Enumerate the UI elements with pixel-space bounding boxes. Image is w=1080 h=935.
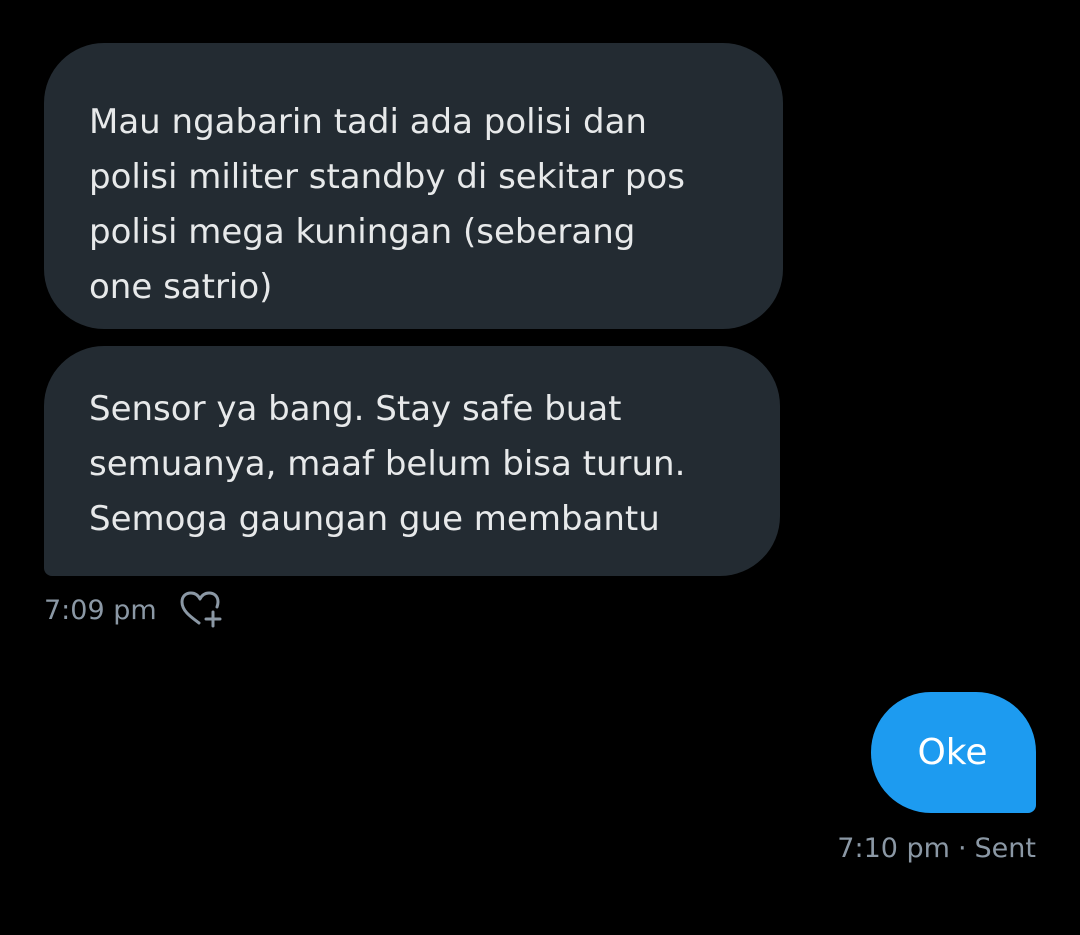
sent-message-bubble[interactable]: Oke — [871, 692, 1036, 813]
message-line: Mau ngabarin tadi ada polisi dan — [89, 102, 647, 142]
meta-separator: · — [957, 832, 967, 864]
received-message-bubble[interactable]: Sensor ya bang. Stay safe buat semuanya,… — [44, 346, 780, 576]
message-line: semuanya, maaf belum bisa turun. — [89, 444, 686, 484]
sent-timestamp: 7:10 pm — [837, 832, 950, 864]
message-line: one satrio) — [89, 267, 273, 307]
message-line: Sensor ya bang. Stay safe buat — [89, 389, 622, 429]
message-line: polisi militer standby di sekitar pos — [89, 157, 685, 197]
sent-message-meta: 7:10 pm · Sent — [837, 828, 1036, 868]
received-message-meta: 7:09 pm — [44, 588, 225, 632]
sent-status: Sent — [974, 832, 1036, 864]
message-line: Semoga gaungan gue membantu — [89, 499, 660, 539]
sent-message-text: Oke — [917, 732, 988, 773]
heart-plus-icon[interactable] — [179, 590, 225, 630]
received-timestamp: 7:09 pm — [44, 594, 157, 626]
dm-conversation: Mau ngabarin tadi ada polisi dan polisi … — [0, 0, 1080, 935]
message-line: polisi mega kuningan (seberang — [89, 212, 636, 252]
received-message-bubble[interactable]: Mau ngabarin tadi ada polisi dan polisi … — [44, 43, 783, 329]
